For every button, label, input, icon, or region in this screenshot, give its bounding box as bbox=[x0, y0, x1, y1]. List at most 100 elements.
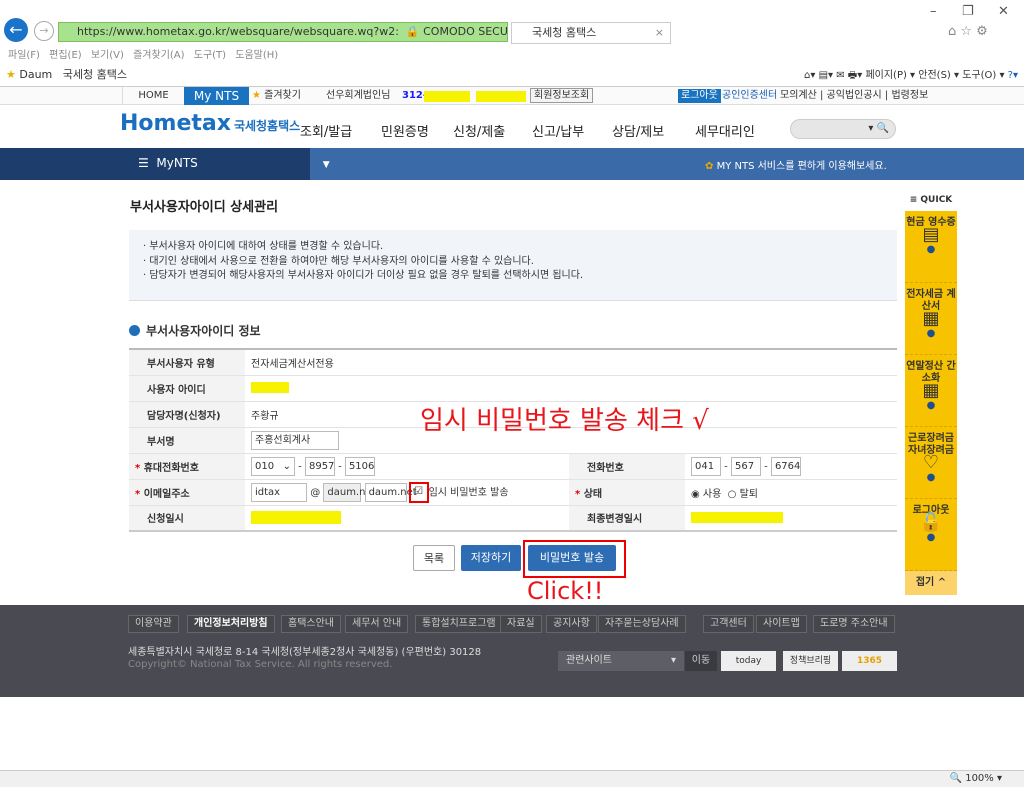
phone-last-input[interactable]: 6764 bbox=[770, 456, 801, 476]
tools-menu[interactable]: 도구(O) ▾ bbox=[962, 70, 1004, 81]
receipt-icon: ▤ bbox=[922, 224, 940, 245]
mynts-band: ☰ MyNTS ▼ ✿ MY NTS 서비스를 편하게 이용해보세요. bbox=[0, 148, 1024, 180]
logo-text: Hometax bbox=[120, 111, 231, 136]
status-radio-active[interactable]: ◉ 사용 bbox=[691, 489, 721, 500]
email-domain-input[interactable]: daum.net bbox=[323, 482, 376, 502]
invoice-icon: ▦ bbox=[922, 308, 940, 329]
banner-1365[interactable]: 1365 bbox=[842, 651, 897, 671]
nav-consult[interactable]: 상담/제보 bbox=[612, 121, 664, 140]
quick-title: ≡ QUICK bbox=[909, 195, 953, 205]
go-button[interactable]: 이동 bbox=[685, 651, 717, 671]
menu-help[interactable]: 도움말(H) bbox=[235, 50, 278, 61]
temp-password-checkbox[interactable]: ☑ bbox=[408, 481, 429, 503]
restore-icon[interactable]: ❐ bbox=[962, 4, 974, 19]
footer-link[interactable]: 이용약관 bbox=[128, 615, 179, 633]
phone-area-input[interactable]: 041 bbox=[691, 456, 721, 476]
mock-calc-link[interactable]: 모의계산 bbox=[780, 90, 817, 101]
menu-edit[interactable]: 편집(E) bbox=[49, 50, 82, 61]
nav-apply[interactable]: 신청/제출 bbox=[453, 121, 505, 140]
band-message-text: MY NTS 서비스를 편하게 이용해보세요. bbox=[716, 161, 887, 172]
heart-icon: ♡ bbox=[922, 452, 940, 473]
forward-button[interactable]: → bbox=[34, 21, 54, 41]
close-window-icon[interactable]: ✕ bbox=[998, 4, 1009, 19]
list-button[interactable]: 목록 bbox=[413, 545, 455, 571]
dept-input[interactable]: 주홍선회계사 bbox=[251, 430, 339, 450]
member-info-button[interactable]: 회원정보조회 bbox=[530, 88, 594, 103]
save-button[interactable]: 저장하기 bbox=[461, 545, 521, 571]
menu-favorites[interactable]: 즐겨찾기(A) bbox=[133, 50, 184, 61]
banner-today[interactable]: today bbox=[721, 651, 776, 671]
footer-link[interactable]: 개인정보처리방침 bbox=[187, 615, 275, 633]
mobile-prefix-select[interactable]: 010 ⌄ bbox=[251, 456, 295, 476]
page-title: 부서사용자아이디 상세관리 bbox=[130, 200, 279, 215]
menu-tools[interactable]: 도구(T) bbox=[194, 50, 226, 61]
quick-cash-receipt[interactable]: 현금 영수증 ▤ ● bbox=[905, 211, 957, 283]
user-info-table: 부서사용자 유형 전자세금계산서전용 사용자 아이디 담당자명(신청자) 주황규 부… bbox=[129, 348, 897, 532]
footer-link[interactable]: 공지사항 bbox=[546, 615, 597, 633]
email-id-input[interactable]: idtax bbox=[251, 482, 307, 502]
banner-policy[interactable]: 정책브리핑 bbox=[783, 651, 838, 671]
search-box[interactable]: ▾ 🔍 bbox=[790, 119, 896, 139]
chevron-down-icon: ⌄ bbox=[282, 460, 291, 472]
footer-link[interactable]: 사이트맵 bbox=[756, 615, 807, 633]
mobile-mid-input[interactable]: 8957 bbox=[304, 456, 335, 476]
type-value: 전자세금계산서전용 bbox=[245, 349, 897, 376]
menu-file[interactable]: 파일(F) bbox=[8, 50, 40, 61]
footer-link[interactable]: 통합설치프로그램 bbox=[415, 615, 503, 633]
footer-link[interactable]: 고객센터 bbox=[703, 615, 754, 633]
email-domain-select[interactable]: daum.net bbox=[364, 482, 417, 502]
radio-label: 사용 bbox=[702, 488, 722, 500]
send-password-button[interactable]: 비밀번호 발송 bbox=[528, 545, 616, 571]
nav-agent[interactable]: 세무대리인 bbox=[695, 121, 755, 140]
command-bar: ⌂▾ ▤▾ ✉ 🖶▾ 페이지(P) ▾ 안전(S) ▾ 도구(O) ▾ ?▾ bbox=[804, 70, 1018, 81]
back-button[interactable]: ← bbox=[4, 18, 28, 42]
star-icon: ★ bbox=[252, 90, 261, 101]
nav-inquiry[interactable]: 조회/발급 bbox=[300, 121, 352, 140]
safety-menu[interactable]: 안전(S) ▾ bbox=[918, 70, 959, 81]
quick-e-invoice[interactable]: 전자세금 계산서 ▦ ● bbox=[905, 283, 957, 355]
notice-item: · 부서사용자 아이디에 대하여 상태를 변경할 수 있습니다. bbox=[143, 241, 384, 252]
chevron-down-icon: ▾ bbox=[670, 655, 676, 666]
quick-year-end[interactable]: 연말정산 간소화 ▦ ● bbox=[905, 355, 957, 427]
main-nav: Hometax 국세청홈택스 조회/발급 민원증명 신청/제출 신고/납부 상담/… bbox=[0, 105, 1024, 148]
band-message: ✿ MY NTS 서비스를 편하게 이용해보세요. bbox=[705, 157, 887, 172]
zoom-control[interactable]: 🔍 100% ▾ bbox=[950, 773, 1002, 784]
mobile-last-input[interactable]: 5106 bbox=[344, 456, 375, 476]
minimize-icon[interactable]: – bbox=[930, 4, 937, 19]
mynts-menu[interactable]: ☰ MyNTS ▼ bbox=[138, 156, 330, 170]
footer-link[interactable]: 세무서 안내 bbox=[345, 615, 409, 633]
phone-mid-input[interactable]: 567 bbox=[730, 456, 761, 476]
logout-button[interactable]: 로그아웃 bbox=[678, 89, 721, 103]
fav-daum[interactable]: Daum bbox=[19, 68, 52, 81]
redaction bbox=[424, 91, 470, 102]
quick-incentive[interactable]: 근로장려금 자녀장려금 ♡ ● bbox=[905, 427, 957, 499]
nav-certificate[interactable]: 민원증명 bbox=[381, 121, 429, 140]
close-tab-icon[interactable]: × bbox=[655, 23, 664, 43]
home-link[interactable]: HOME bbox=[122, 87, 184, 105]
help-icon[interactable]: ?▾ bbox=[1008, 70, 1018, 81]
related-sites-select[interactable]: 관련사이트 ▾ bbox=[558, 651, 684, 671]
footer-link[interactable]: 도로명 주소안내 bbox=[813, 615, 895, 633]
home-star-gear-icons[interactable]: ⌂ ☆ ⚙ bbox=[948, 24, 988, 39]
footer-link[interactable]: 자주묻는상담사례 bbox=[598, 615, 686, 633]
footer-link[interactable]: 자료실 bbox=[500, 615, 542, 633]
nav-report[interactable]: 신고/납부 bbox=[532, 121, 584, 140]
menu-view[interactable]: 보기(V) bbox=[91, 50, 124, 61]
fav-hometax[interactable]: 국세청 홈택스 bbox=[63, 68, 127, 81]
browser-tab[interactable]: 국세청 홈택스 × bbox=[511, 22, 671, 44]
footer-link[interactable]: 홈택스안내 bbox=[281, 615, 341, 633]
public-corp-link[interactable]: 공익법인공시 bbox=[827, 90, 882, 101]
redaction bbox=[476, 91, 526, 102]
page-menu[interactable]: 페이지(P) ▾ bbox=[865, 70, 915, 81]
law-info-link[interactable]: 법령정보 bbox=[891, 90, 928, 101]
mynts-link[interactable]: My NTS bbox=[184, 87, 249, 105]
phone-label: 전화번호 bbox=[569, 453, 685, 480]
bookmark-link[interactable]: ★ 즐겨찾기 bbox=[252, 87, 314, 105]
address-bar[interactable]: https://www.hometax.go.kr/websquare/webs… bbox=[58, 22, 508, 42]
notice-item: · 담당자가 변경되어 해당사용자의 부서사용자 아이디가 더이상 필요 없을 … bbox=[143, 270, 584, 281]
quick-fold-button[interactable]: 접기 ^ bbox=[905, 571, 957, 595]
cert-center-link[interactable]: 공인인증센터 bbox=[722, 87, 777, 105]
status-radio-withdraw[interactable]: ○ 탈퇴 bbox=[728, 489, 758, 500]
quick-logout[interactable]: 로그아웃 🔓 ● bbox=[905, 499, 957, 571]
hometax-logo[interactable]: Hometax 국세청홈택스 bbox=[120, 111, 300, 136]
